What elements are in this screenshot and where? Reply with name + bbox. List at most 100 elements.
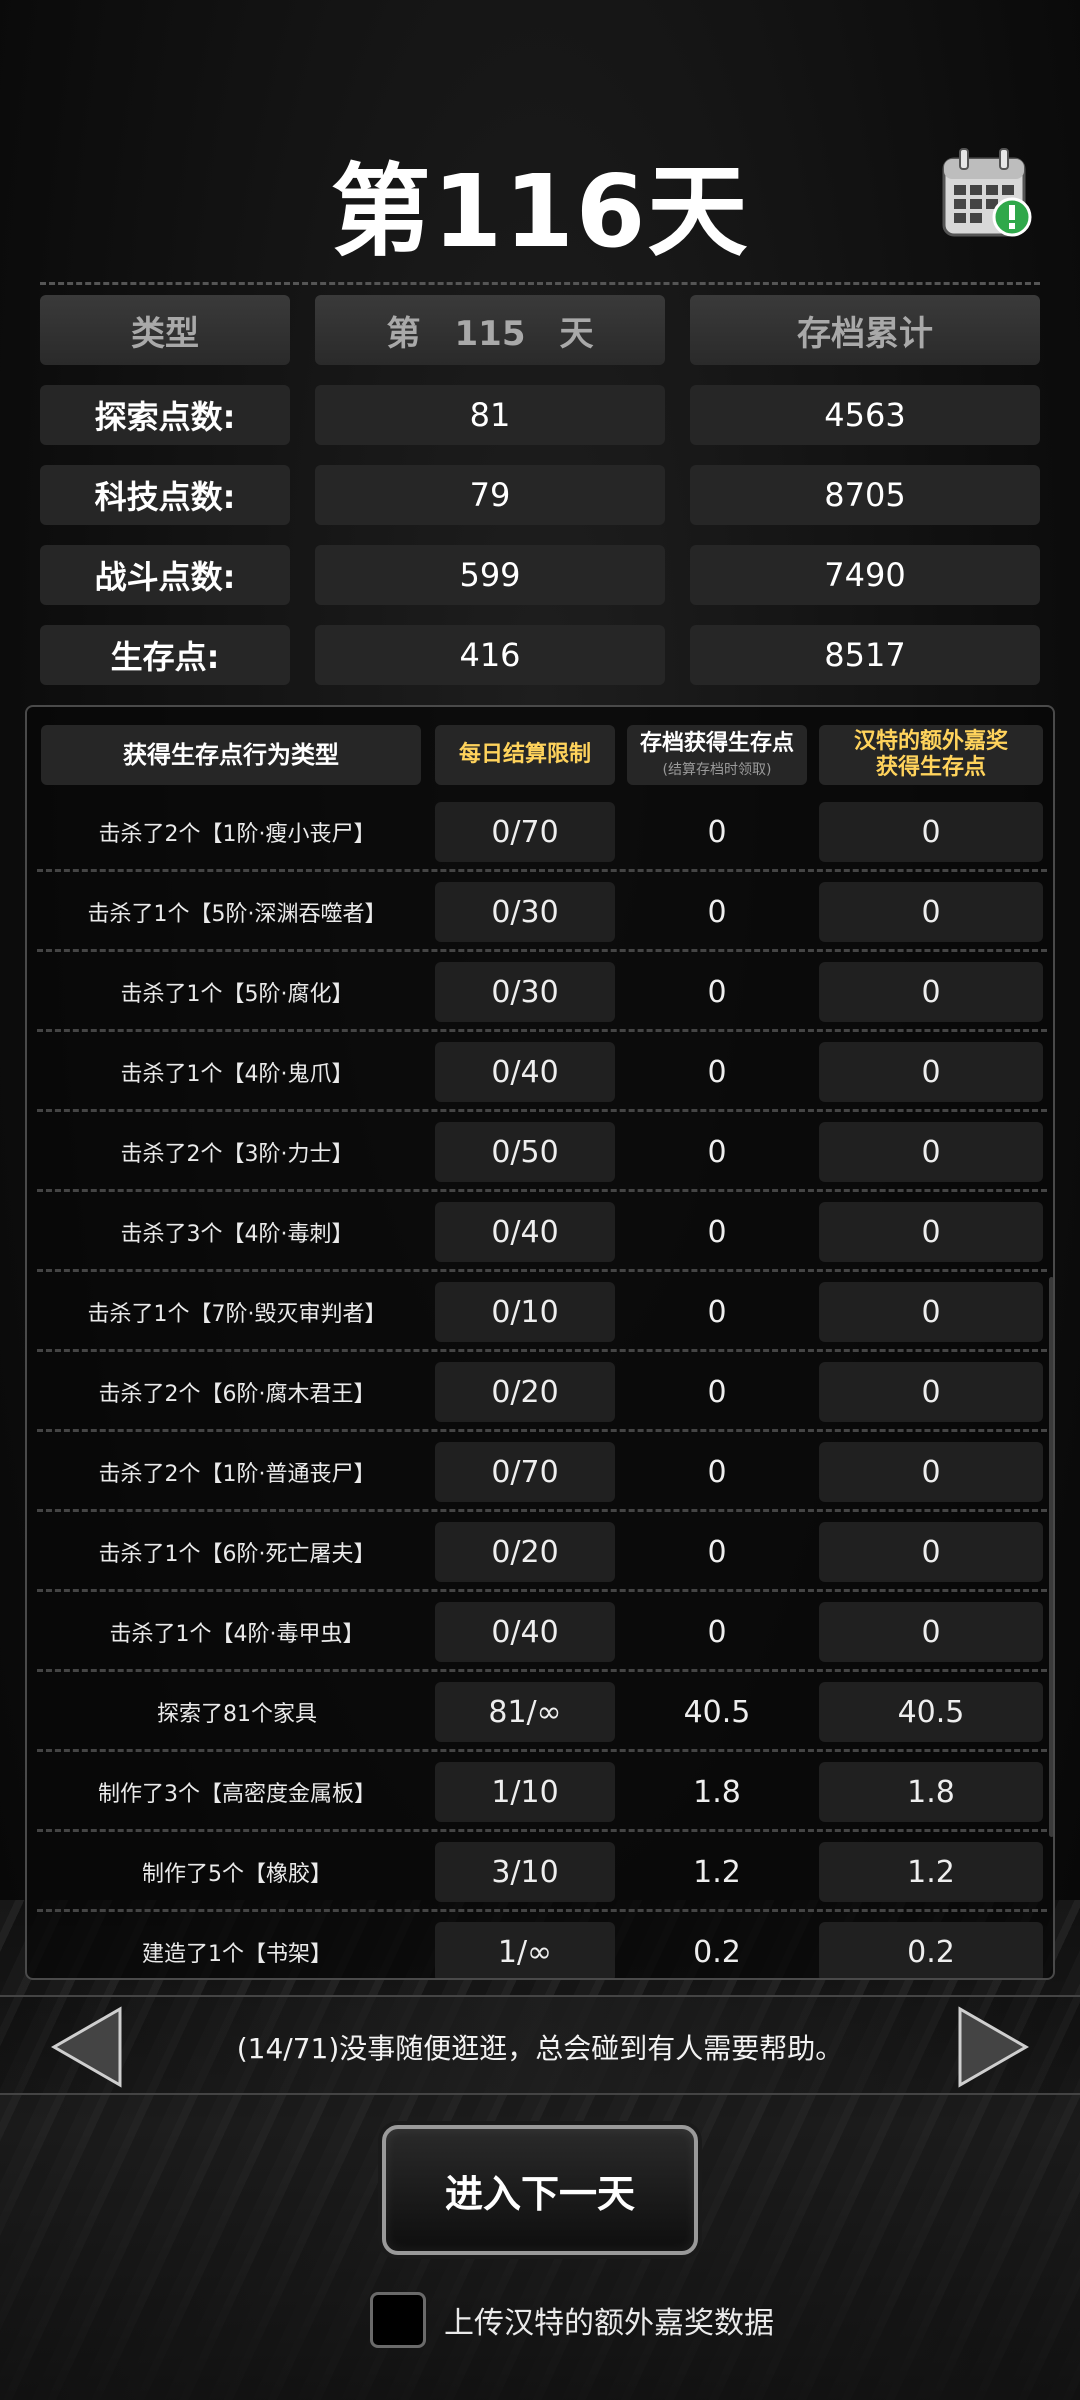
row-daily-limit: 0/40 [435,1042,615,1102]
table-header-bonus-line2: 获得生存点 [875,755,986,780]
calendar-alert-icon[interactable] [940,145,1036,241]
tip-message-bar: (14/71)没事随便逛逛，总会碰到有人需要帮助。 [0,1995,1080,2095]
row-bonus-points: 0 [819,1362,1043,1422]
summary-header-day: 第 115 天 [315,295,665,365]
upload-bonus-checkbox[interactable] [370,2292,426,2348]
row-daily-limit: 81/∞ [435,1682,615,1742]
row-daily-limit: 0/70 [435,802,615,862]
row-bonus-points: 1.8 [819,1762,1043,1822]
table-header-type-label: 获得生存点行为类型 [123,741,339,769]
row-daily-limit: 0/30 [435,882,615,942]
row-archive-points: 0 [707,814,727,850]
row-daily-limit: 0/20 [435,1362,615,1422]
summary-total-value: 8705 [690,465,1040,525]
table-row: 制作了3个【高密度金属板】 1/10 1.8 1.8 [27,1752,1053,1832]
table-row: 击杀了2个【1阶·普通丧尸】 0/70 0 0 [27,1432,1053,1512]
table-row: 击杀了1个【4阶·鬼爪】 0/40 0 0 [27,1032,1053,1112]
table-header-archive-note: (结算存档时领取) [662,762,772,778]
row-daily-limit: 3/10 [435,1842,615,1902]
row-daily-limit: 0/50 [435,1122,615,1182]
row-action-type: 击杀了1个【7阶·毁灭审判者】 [87,1302,387,1327]
summary-total-value: 8517 [690,625,1040,685]
row-archive-points: 0 [707,1614,727,1650]
table-header-limit-label: 每日结算限制 [458,742,591,767]
summary-total-value: 4563 [690,385,1040,445]
table-row: 击杀了2个【1阶·瘦小丧尸】 0/70 0 0 [27,792,1053,872]
row-action-type: 击杀了1个【4阶·鬼爪】 [120,1062,354,1087]
row-bonus-points: 0 [819,802,1043,862]
table-row: 击杀了1个【7阶·毁灭审判者】 0/10 0 0 [27,1272,1053,1352]
row-bonus-points: 40.5 [819,1682,1043,1742]
table-header-bonus-line1: 汉特的额外嘉奖 [853,729,1008,754]
row-action-type: 击杀了1个【5阶·腐化】 [120,982,354,1007]
table-row: 击杀了2个【6阶·腐木君王】 0/20 0 0 [27,1352,1053,1432]
row-bonus-points: 0 [819,1282,1043,1342]
row-archive-points: 0 [707,1374,727,1410]
row-daily-limit: 0/30 [435,962,615,1022]
table-row: 建造了1个【书架】 1/∞ 0.2 0.2 [27,1912,1053,1978]
row-daily-limit: 0/20 [435,1522,615,1582]
row-bonus-points: 0 [819,1202,1043,1262]
row-bonus-points: 0 [819,1122,1043,1182]
summary-day-value: 79 [315,465,665,525]
row-archive-points: 0 [707,1454,727,1490]
table-row: 探索了81个家具 81/∞ 40.5 40.5 [27,1672,1053,1752]
table-row: 击杀了1个【4阶·毒甲虫】 0/40 0 0 [27,1592,1053,1672]
row-action-type: 建造了1个【书架】 [142,1942,332,1967]
table-row: 击杀了1个【6阶·死亡屠夫】 0/20 0 0 [27,1512,1053,1592]
row-archive-points: 0 [707,1134,727,1170]
summary-header-type: 类型 [40,295,290,365]
page-title: 第116天 [330,153,750,270]
row-bonus-points: 0 [819,1522,1043,1582]
row-action-type: 击杀了1个【6阶·死亡屠夫】 [98,1542,376,1567]
table-row: 击杀了3个【4阶·毒刺】 0/40 0 0 [27,1192,1053,1272]
row-action-type: 击杀了1个【5阶·深渊吞噬者】 [87,902,387,927]
row-bonus-points: 0.2 [819,1922,1043,1978]
row-action-type: 击杀了3个【4阶·毒刺】 [120,1222,354,1247]
summary-label: 探索点数: [40,385,290,445]
table-header-limit: 每日结算限制 [435,725,615,785]
row-action-type: 制作了3个【高密度金属板】 [98,1782,376,1807]
row-action-type: 击杀了2个【1阶·瘦小丧尸】 [98,822,376,847]
tip-message: (14/71)没事随便逛逛，总会碰到有人需要帮助。 [236,2032,844,2065]
table-scrollbar[interactable] [1049,1277,1053,1837]
row-bonus-points: 1.2 [819,1842,1043,1902]
summary-day-value: 81 [315,385,665,445]
row-archive-points: 0 [707,894,727,930]
row-action-type: 击杀了2个【1阶·普通丧尸】 [98,1462,376,1487]
row-archive-points: 40.5 [683,1694,751,1730]
right-arrow-icon[interactable] [952,2005,1032,2089]
row-daily-limit: 0/70 [435,1442,615,1502]
table-header-type: 获得生存点行为类型 [41,725,421,785]
row-bonus-points: 0 [819,962,1043,1022]
row-daily-limit: 0/40 [435,1202,615,1262]
row-archive-points: 0 [707,1214,727,1250]
row-bonus-points: 0 [819,1602,1043,1662]
summary-header-total: 存档累计 [690,295,1040,365]
table-row: 击杀了2个【3阶·力士】 0/50 0 0 [27,1112,1053,1192]
row-daily-limit: 1/∞ [435,1922,615,1978]
upload-bonus-toggle[interactable]: 上传汉特的额外嘉奖数据 [370,2290,774,2350]
row-action-type: 击杀了2个【3阶·力士】 [120,1142,354,1167]
table-header-archive-label: 存档获得生存点 [639,731,794,756]
table-row: 击杀了1个【5阶·深渊吞噬者】 0/30 0 0 [27,872,1053,952]
survival-points-table[interactable]: 获得生存点行为类型 每日结算限制 存档获得生存点 (结算存档时领取) 汉特的额外… [25,705,1055,1980]
row-bonus-points: 0 [819,1042,1043,1102]
row-archive-points: 0 [707,1054,727,1090]
row-archive-points: 1.2 [693,1854,741,1890]
row-daily-limit: 1/10 [435,1762,615,1822]
next-day-button[interactable]: 进入下一天 [382,2125,698,2255]
summary-total-value: 7490 [690,545,1040,605]
summary-label: 战斗点数: [40,545,290,605]
upload-bonus-label: 上传汉特的额外嘉奖数据 [444,2306,774,2341]
row-archive-points: 0.2 [693,1934,741,1970]
table-row: 制作了5个【橡胶】 3/10 1.2 1.2 [27,1832,1053,1912]
row-archive-points: 0 [707,1534,727,1570]
row-action-type: 击杀了2个【6阶·腐木君王】 [98,1382,376,1407]
row-action-type: 击杀了1个【4阶·毒甲虫】 [109,1622,365,1647]
row-bonus-points: 0 [819,1442,1043,1502]
summary-label: 生存点: [40,625,290,685]
summary-day-value: 599 [315,545,665,605]
summary-day-value: 416 [315,625,665,685]
left-arrow-icon[interactable] [48,2005,128,2089]
